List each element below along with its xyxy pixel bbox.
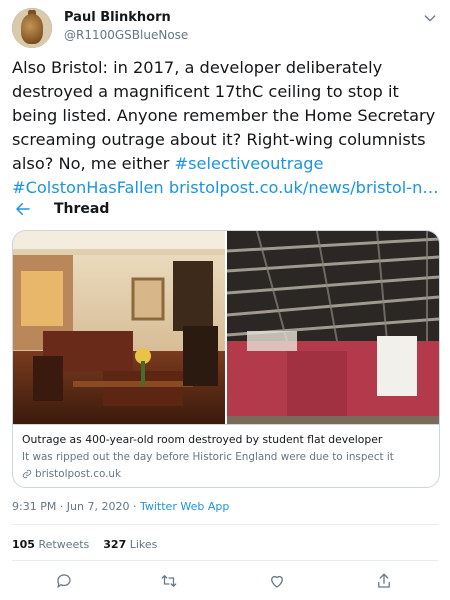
tweet-link[interactable]: bristolpost.co.uk/news/bristol-n… [169,178,439,197]
retweets-stat[interactable]: 105 Retweets [12,538,89,551]
tweet-source-app[interactable]: Twitter Web App [140,500,229,513]
tweet-meta: 9:31 PM · Jun 7, 2020 · Twitter Web App [12,500,229,513]
likes-count: 327 [103,538,127,551]
retweet-icon[interactable] [160,572,178,590]
author-handle[interactable]: @R1100GSBlueNose [64,28,188,42]
back-arrow-icon[interactable] [14,200,32,218]
retweets-count: 105 [12,538,35,551]
retweets-label: Retweets [38,538,90,551]
divider [12,524,438,525]
likes-label: Likes [129,538,158,551]
tweet-timestamp[interactable]: 9:31 PM · Jun 7, 2020 · [12,500,140,513]
action-bar [0,570,450,594]
card-description: It was ripped out the day before Histori… [22,451,394,463]
tweet-header: Paul Blinkhorn @R1100GSBlueNose [12,6,438,50]
thread-label: Thread [54,201,110,217]
divider [12,560,438,561]
link-icon [22,469,32,479]
card-domain-text: bristolpost.co.uk [35,468,122,480]
likes-stat[interactable]: 327 Likes [103,538,157,551]
tweet-text: Also Bristol: in 2017, a developer delib… [12,56,440,200]
thread-row[interactable]: Thread [12,198,438,224]
card-domain[interactable]: bristolpost.co.uk [22,468,121,480]
hashtag-selectiveoutrage[interactable]: #selectiveoutrage [175,154,324,173]
chevron-down-icon[interactable] [422,10,438,26]
card-image-room[interactable] [13,231,225,424]
card-title[interactable]: Outrage as 400-year-old room destroyed b… [22,433,382,446]
author-name[interactable]: Paul Blinkhorn [64,10,171,25]
card-image-ceiling[interactable] [227,231,439,424]
share-icon[interactable] [375,572,393,590]
tweet-stats: 105 Retweets 327 Likes [12,538,157,551]
reply-icon[interactable] [55,572,73,590]
avatar[interactable] [12,8,52,48]
hashtag-colstonhasfallen[interactable]: #ColstonHasFallen [12,178,164,197]
card-body[interactable]: Outrage as 400-year-old room destroyed b… [13,424,439,487]
link-card[interactable]: Outrage as 400-year-old room destroyed b… [12,230,440,488]
heart-icon[interactable] [268,572,286,590]
